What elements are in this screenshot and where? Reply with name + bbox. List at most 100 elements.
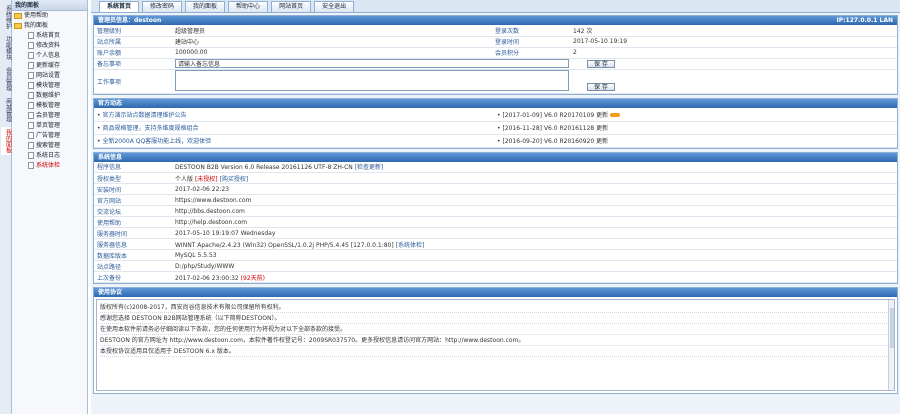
tree-root-label: 我的面板: [24, 22, 49, 29]
page-icon: [28, 42, 34, 49]
tree-item-label: 模块管理: [36, 82, 61, 89]
left-module-bar: 系统维护功能模块会员管理商城管理我的面板: [0, 0, 12, 414]
work-label: 工作事项: [94, 69, 172, 94]
sysinfo-link[interactable]: [系统体检]: [396, 242, 425, 249]
notice-link[interactable]: 官方演示站点数据清理维护公告: [102, 112, 186, 119]
account-v1: 超级管理员: [172, 25, 492, 37]
tree-root-label: 使用帮助: [24, 12, 49, 19]
tree-item[interactable]: 广告管理: [12, 131, 87, 141]
sysinfo-row: 交流论坛 http://bbs.destoon.com: [94, 205, 897, 217]
sysinfo-label: 数据库版本: [94, 249, 172, 261]
account-v2: 142 次: [570, 25, 897, 37]
tree-item-label: 广告管理: [36, 132, 61, 139]
account-l2: 登录时间: [492, 36, 570, 48]
tree-item[interactable]: 单页管理: [12, 121, 87, 131]
account-l1: 账户余额: [94, 47, 172, 59]
tree-item[interactable]: 网站设置: [12, 71, 87, 81]
license-section: 使用协议 版权所有(c)2008-2017，西安尚谷信息技术有限公司保留所有权利…: [93, 287, 898, 394]
save-work-button[interactable]: 保 存: [587, 83, 615, 91]
tab-2[interactable]: 我的面板: [185, 1, 226, 12]
tree-item[interactable]: 修改资料: [12, 41, 87, 51]
tree-item[interactable]: 数据维护: [12, 91, 87, 101]
sysinfo-row: 站点路径 D:/php/Study/WWW: [94, 260, 897, 272]
license-line: 版权所有(c)2008-2017，西安尚谷信息技术有限公司保留所有权利。: [100, 302, 891, 313]
notes-input[interactable]: [175, 59, 569, 69]
sysinfo-link[interactable]: [购买授权]: [220, 176, 249, 183]
left-tab-4[interactable]: 我的面板: [0, 127, 12, 155]
sysinfo-value: MySQL 5.5.53: [175, 251, 217, 259]
sysinfo-value-cell: https://www.destoon.com: [172, 194, 897, 206]
notice-row: • 全新2000A QQ客服功能上线，欢迎体验 • [2016-09-20] V6…: [94, 134, 897, 148]
left-tab-3[interactable]: 商城管理: [1, 96, 12, 124]
license-textbox[interactable]: 版权所有(c)2008-2017，西安尚谷信息技术有限公司保留所有权利。 感谢您选…: [96, 299, 895, 391]
sysinfo-table: 程序信息 DESTOON B2B Version 6.0 Release 2016…: [94, 161, 897, 283]
notice-header: 官方动态: [94, 99, 897, 108]
sysinfo-label: 使用帮助: [94, 216, 172, 228]
page-icon: [28, 102, 34, 109]
tree-root-item[interactable]: 我的面板: [12, 21, 87, 31]
tab-5[interactable]: 安全退出: [314, 1, 355, 12]
sysinfo-link[interactable]: [检查更新]: [355, 164, 384, 171]
sysinfo-row: 官方网站 https://www.destoon.com: [94, 194, 897, 206]
notice-meta: • [2016-11-28] V6.0 R20161128 更新: [494, 121, 897, 135]
tree-item[interactable]: 会员管理: [12, 111, 87, 121]
sysinfo-value-cell: DESTOON B2B Version 6.0 Release 20161126…: [172, 161, 897, 173]
tree-item[interactable]: 个人信息: [12, 51, 87, 61]
new-badge-icon: [610, 113, 621, 118]
tab-4[interactable]: 网站首页: [271, 1, 312, 12]
notice-link[interactable]: 商品规格管理，支持多维度规格组合: [102, 125, 198, 132]
notice-cell: • 商品规格管理，支持多维度规格组合: [94, 121, 494, 135]
account-v1: 100000.00: [172, 47, 492, 59]
sysinfo-label: 服务器信息: [94, 238, 172, 250]
scroll-thumb[interactable]: [890, 308, 894, 348]
tab-0[interactable]: 系统首页: [99, 1, 140, 12]
sysinfo-value-cell: 个人版 [未授权] [购买授权]: [172, 172, 897, 184]
work-textarea[interactable]: [175, 70, 569, 91]
tree-item[interactable]: 模块管理: [12, 81, 87, 91]
left-tab-0[interactable]: 系统维护: [1, 3, 12, 31]
sysinfo-row: 使用帮助 http://help.destoon.com: [94, 216, 897, 228]
license-header: 使用协议: [94, 288, 897, 297]
account-l2: 会员积分: [492, 47, 570, 59]
tree-item[interactable]: 搜索管理: [12, 141, 87, 151]
sysinfo-row: 上次备份 2017-02-06 23:00:32 (92天前): [94, 271, 897, 283]
tree-root-item[interactable]: 使用帮助: [12, 11, 87, 21]
page-icon: [28, 62, 34, 69]
notice-link[interactable]: 全新2000A QQ客服功能上线，欢迎体验: [102, 138, 211, 145]
account-l1: 站点所属: [94, 36, 172, 48]
save-notes-button[interactable]: 保 存: [587, 59, 615, 68]
sysinfo-label: 上次备份: [94, 271, 172, 283]
left-tab-1[interactable]: 功能模块: [1, 34, 12, 62]
tree-item[interactable]: 系统首页: [12, 31, 87, 41]
tab-3[interactable]: 帮助中心: [228, 1, 269, 12]
notes-table: 备忘事项 保 存 工作事项 保 存: [94, 58, 897, 94]
tree-item[interactable]: 系统日志: [12, 151, 87, 161]
tab-1[interactable]: 修改密码: [142, 1, 183, 12]
sysinfo-row: 数据库版本 MySQL 5.5.53: [94, 249, 897, 261]
notice-version: V6.0 R20160920 更新: [543, 138, 609, 145]
tree-item-label: 数据维护: [36, 92, 61, 99]
page-icon: [28, 112, 34, 119]
notice-row: • 官方演示站点数据清理维护公告 • [2017-01-09] V6.0 R201…: [94, 108, 897, 122]
sysinfo-label: 程序信息: [94, 161, 172, 173]
notice-date: [2016-09-20]: [502, 138, 543, 145]
main-panel: 系统首页 修改密码 我的面板 帮助中心 网站首页 安全退出 管理员信息：destoon I…: [91, 0, 900, 414]
page-icon: [28, 72, 34, 79]
account-row: 管理级别 超级管理员 登录次数 142 次: [94, 25, 897, 37]
sysinfo-value-cell: 2017-02-06 22:23: [172, 183, 897, 195]
page-icon: [28, 162, 34, 169]
tree-item-label: 个人信息: [36, 52, 61, 59]
tree-item[interactable]: 更新缓存: [12, 61, 87, 71]
sysinfo-row: 授权类型 个人版 [未授权] [购买授权]: [94, 172, 897, 184]
tree-item[interactable]: 系统体检: [12, 161, 87, 171]
license-scrollbar[interactable]: [888, 300, 894, 390]
license-line: DESTOON 的官方网址为 http://www.destoon.com，本软…: [100, 335, 891, 346]
notice-version: V6.0 R20170109 更新: [543, 111, 609, 119]
sysinfo-value: 2017-05-10 19:19:07 Wednesday: [175, 229, 276, 237]
tree-item[interactable]: 模板管理: [12, 101, 87, 111]
account-v2: 2: [570, 47, 897, 59]
folder-icon: [14, 22, 22, 29]
left-tab-2[interactable]: 会员管理: [1, 65, 12, 93]
account-table: 管理级别 超级管理员 登录次数 142 次站点所属 建站中心 登录时间 2017-05-10…: [94, 25, 897, 59]
sysinfo-value: 个人版: [175, 175, 194, 183]
